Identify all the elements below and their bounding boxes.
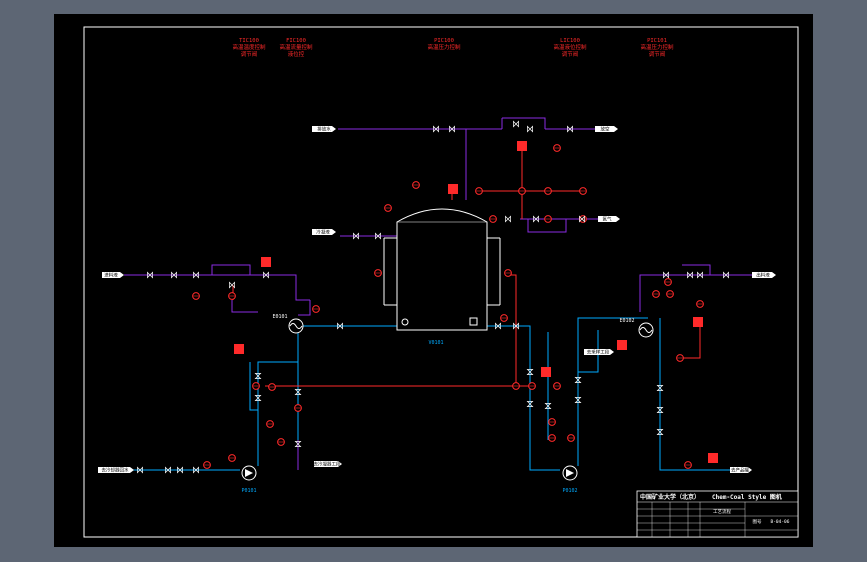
svg-text:进料液: 进料液 <box>104 272 118 279</box>
svg-text:去冷凝器工段: 去冷凝器工段 <box>314 461 341 468</box>
svg-text:PIC100: PIC100 <box>434 38 454 44</box>
controller-box <box>541 367 551 377</box>
svg-text:P0101: P0101 <box>241 488 256 494</box>
svg-text:LIC100: LIC100 <box>560 38 580 44</box>
svg-text:冷凝液: 冷凝液 <box>316 229 330 236</box>
stream-bottom-left-in: 去冷却器回水 <box>98 467 134 474</box>
stream-bottom-right-out: 去产品罐 <box>730 467 752 474</box>
svg-text:排放水: 排放水 <box>317 126 331 133</box>
svg-text:调节阀: 调节阀 <box>649 50 666 58</box>
controller-box <box>693 317 703 327</box>
svg-text:E0102: E0102 <box>619 318 634 324</box>
drawing-sheet <box>54 14 813 547</box>
stream-top-left: 排放水 <box>312 126 336 133</box>
svg-text:FIC100: FIC100 <box>286 38 306 44</box>
svg-text:工艺流程: 工艺流程 <box>713 508 731 515</box>
stream-side-out: 去采样工段 <box>584 349 614 356</box>
svg-text:V0101: V0101 <box>428 340 443 346</box>
controller-box <box>708 453 718 463</box>
svg-text:TIC100: TIC100 <box>239 38 259 44</box>
svg-text:去采样工段: 去采样工段 <box>587 349 610 356</box>
svg-text:高温压力控制: 高温压力控制 <box>427 43 461 51</box>
svg-text:B-04-06: B-04-06 <box>771 519 790 525</box>
svg-text:液位控: 液位控 <box>288 50 305 58</box>
svg-text:P0102: P0102 <box>562 488 577 494</box>
svg-text:E0101: E0101 <box>272 314 287 320</box>
svg-text:调节阀: 调节阀 <box>562 50 579 58</box>
controller-box <box>261 257 271 267</box>
svg-text:放空: 放空 <box>601 126 610 133</box>
stream-left-in: 进料液 <box>102 272 124 279</box>
svg-text:调节阀: 调节阀 <box>241 50 258 58</box>
svg-text:出料液: 出料液 <box>756 272 770 279</box>
svg-text:Chem-Coal Style 图机: Chem-Coal Style 图机 <box>712 493 782 501</box>
stream-mid-left: 冷凝液 <box>312 229 336 236</box>
controller-box <box>617 340 627 350</box>
stream-bottom-center-out: 去冷凝器工段 <box>314 461 342 468</box>
controller-box <box>448 184 458 194</box>
svg-text:图号: 图号 <box>753 519 762 525</box>
svg-text:中国矿业大学（北京）: 中国矿业大学（北京） <box>640 493 700 501</box>
title-block: 中国矿业大学（北京） Chem-Coal Style 图机 工艺流程 图号 B-… <box>636 490 799 538</box>
controller-box <box>517 141 527 151</box>
stream-vent: 放空 <box>595 126 618 133</box>
svg-text:高温流量控制: 高温流量控制 <box>279 43 313 51</box>
svg-text:去产品罐: 去产品罐 <box>731 467 749 474</box>
svg-text:高温温度控制: 高温温度控制 <box>232 43 266 51</box>
svg-text:氮气: 氮气 <box>603 216 612 223</box>
svg-text:高温压力控制: 高温压力控制 <box>640 43 674 51</box>
controller-box <box>234 344 244 354</box>
stream-gas-in: 氮气 <box>598 216 620 223</box>
pid-drawing: TIC100 高温温度控制 调节阀 FIC100 高温流量控制 液位控 PIC1… <box>54 14 813 547</box>
svg-text:高温液位控制: 高温液位控制 <box>553 43 587 51</box>
svg-text:PIC101: PIC101 <box>647 38 667 44</box>
stream-right-out: 出料液 <box>752 272 776 279</box>
svg-text:去冷却器回水: 去冷却器回水 <box>102 467 129 474</box>
